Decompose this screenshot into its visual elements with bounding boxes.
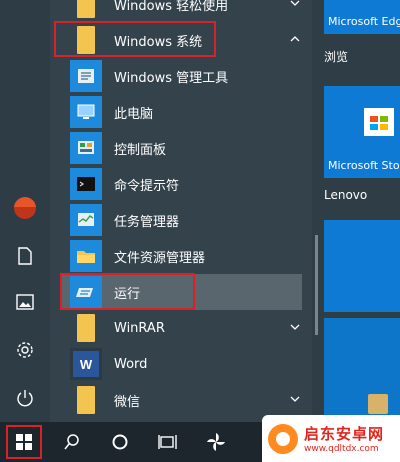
- highlight-box-windows-system: [54, 21, 216, 57]
- cortana-icon: [112, 434, 128, 450]
- pictures-button[interactable]: [5, 282, 45, 322]
- tile-microsoft-edge[interactable]: Microsoft Edge: [324, 0, 400, 34]
- control-panel-icon: [70, 132, 102, 164]
- start-menu-rail: [0, 0, 50, 422]
- user-avatar[interactable]: [5, 188, 45, 228]
- task-view-button[interactable]: [148, 422, 188, 462]
- power-button[interactable]: [5, 378, 45, 418]
- tile-microsoft-store[interactable]: Microsoft Store: [324, 86, 400, 178]
- watermark-logo: 启东安卓网 www.qdltdx.com: [262, 415, 400, 462]
- settings-icon: [17, 342, 33, 358]
- word-icon: W: [70, 348, 102, 380]
- task-manager-icon: [70, 204, 102, 236]
- cortana-button[interactable]: [100, 422, 140, 462]
- tile-group-title: 浏览: [324, 50, 349, 64]
- chevron-up-icon: [290, 36, 300, 42]
- chevron-down-icon: [290, 0, 300, 6]
- file-explorer-icon: [70, 240, 102, 272]
- list-item-word[interactable]: W Word: [62, 346, 310, 382]
- watermark-title: 启东安卓网: [304, 425, 385, 443]
- list-item-admin-tools[interactable]: Windows 管理工具: [62, 58, 310, 94]
- folder-icon: [70, 0, 102, 20]
- list-item-winrar[interactable]: WinRAR: [62, 310, 310, 346]
- chevron-down-icon: [290, 396, 300, 402]
- list-item-file-explorer[interactable]: 文件资源管理器: [62, 238, 310, 274]
- highlight-box-start: [6, 425, 42, 459]
- list-item-command-prompt[interactable]: 命令提示符: [62, 166, 310, 202]
- pinned-app-button[interactable]: [196, 422, 236, 462]
- list-item-control-panel[interactable]: 控制面板: [62, 130, 310, 166]
- admin-tools-icon: [70, 60, 102, 92]
- chevron-down-icon: [290, 324, 300, 330]
- tile-group-title: Lenovo: [324, 188, 368, 202]
- documents-button[interactable]: [5, 236, 45, 276]
- list-item-this-pc[interactable]: 此电脑: [62, 94, 310, 130]
- folder-icon: [70, 384, 102, 416]
- search-icon: [64, 434, 79, 450]
- computer-icon: [70, 96, 102, 128]
- settings-button[interactable]: [5, 330, 45, 370]
- document-icon: [18, 247, 32, 265]
- pictures-icon: [16, 294, 34, 310]
- watermark-url: www.qdltdx.com: [304, 444, 379, 454]
- watermark-badge-icon: [268, 423, 298, 454]
- terminal-icon: [70, 168, 102, 200]
- pinwheel-app-icon: [207, 433, 225, 451]
- recycle-bin-icon: [368, 394, 388, 414]
- scrollbar-thumb[interactable]: [315, 235, 318, 335]
- app-list: Windows 轻松使用 Windows 系统 Windows 管理工具 此电脑…: [50, 0, 318, 422]
- highlight-box-run: [60, 273, 195, 310]
- list-item-wechat[interactable]: 微信: [62, 382, 310, 418]
- user-avatar-icon: [14, 197, 36, 219]
- tile-area: Microsoft Edge 浏览 Microsoft Store Lenovo: [320, 0, 400, 422]
- list-item-ease-of-access[interactable]: Windows 轻松使用: [62, 0, 310, 22]
- tile-lenovo-1[interactable]: [324, 220, 400, 312]
- power-icon: [17, 390, 33, 407]
- task-view-icon: [158, 435, 177, 449]
- store-bag-icon: [364, 108, 394, 136]
- list-item-task-manager[interactable]: 任务管理器: [62, 202, 310, 238]
- tile-recycle-bin[interactable]: [324, 318, 400, 422]
- folder-icon: [70, 312, 102, 344]
- search-button[interactable]: [52, 422, 92, 462]
